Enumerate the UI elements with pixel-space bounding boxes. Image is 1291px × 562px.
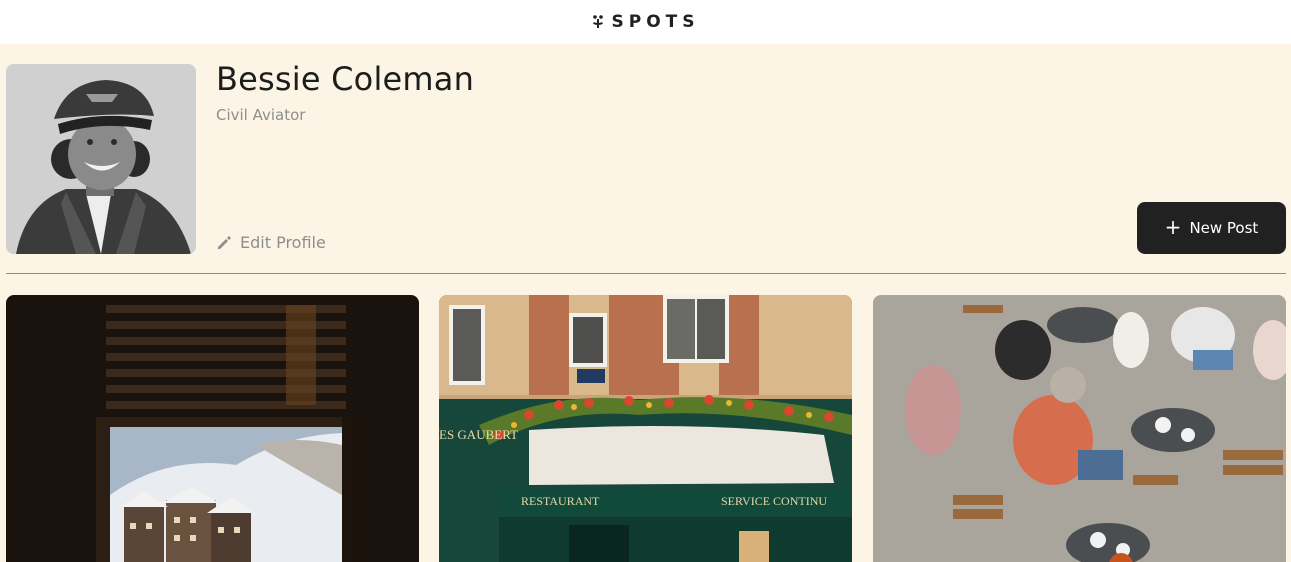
sprout-icon <box>592 13 604 31</box>
profile-name: Bessie Coleman <box>216 60 475 98</box>
profile-description: Civil Aviator <box>216 106 306 124</box>
profile-avatar <box>6 64 196 254</box>
logo[interactable]: SPOTS <box>592 12 700 32</box>
profile-divider <box>6 273 1286 274</box>
card-image-restaurant[interactable]: RESTAURANT SERVICE CONTINU ES GAUBERT <box>439 295 852 562</box>
sign-restaurant: RESTAURANT <box>521 494 600 508</box>
pencil-icon <box>216 235 232 251</box>
card-image-snowy-mountain[interactable] <box>6 295 419 562</box>
sign-name: ES GAUBERT <box>439 427 518 442</box>
edit-profile-label: Edit Profile <box>240 233 326 252</box>
edit-profile-button[interactable]: Edit Profile <box>216 233 326 252</box>
top-bar: SPOTS <box>0 0 1291 44</box>
new-post-button[interactable]: + New Post <box>1137 202 1286 254</box>
logo-text: SPOTS <box>611 12 700 32</box>
sign-service: SERVICE CONTINU <box>721 494 827 508</box>
plus-icon: + <box>1164 215 1182 239</box>
card-image-cafe-terrace[interactable] <box>873 295 1286 562</box>
new-post-label: New Post <box>1189 219 1259 237</box>
